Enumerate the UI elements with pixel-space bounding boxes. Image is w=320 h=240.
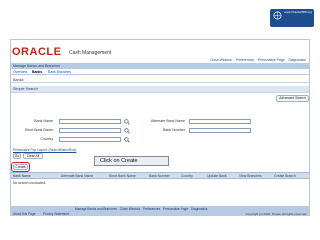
column-header[interactable]: Bank Number: [149, 174, 170, 178]
search-icon[interactable]: [124, 137, 130, 143]
preferences-link[interactable]: Preferences: [236, 58, 254, 62]
about-page-link[interactable]: About this Page: [13, 212, 36, 216]
global-links: Close Window Preferences Personalize Pag…: [207, 58, 306, 62]
alternate-bank-name-label: Alternate Bank Name: [150, 119, 185, 123]
instruction-callout: Click on Create: [94, 156, 169, 166]
privacy-statement-link[interactable]: Privacy Statement: [43, 212, 69, 216]
simple-search-header: Simple Search: [11, 86, 309, 93]
personalize-layout-link[interactable]: Personalize Pop Layout: (SearchButtonRow…: [13, 148, 76, 152]
footer-link[interactable]: Personalize Page: [163, 207, 188, 211]
column-header: View Branches: [239, 174, 262, 178]
advanced-search-button[interactable]: Advanced Search: [276, 95, 309, 102]
column-header: Update Bank: [207, 174, 227, 178]
country-label: Country: [40, 137, 53, 141]
footer-links: Manage Banks and Branches Close Window P…: [75, 207, 209, 211]
results-table-header: Bank Name Alternate Bank Name Short Bank…: [11, 172, 309, 179]
column-header[interactable]: Short Bank Name: [109, 174, 136, 178]
tab-overview[interactable]: Overview: [13, 70, 27, 74]
close-window-link[interactable]: Close Window: [210, 58, 232, 62]
bank-name-input[interactable]: [59, 119, 121, 124]
footer-link[interactable]: Manage Banks and Branches: [75, 207, 117, 211]
application-window: ORACLE Cash Management Close Window Pref…: [10, 39, 310, 216]
country-input[interactable]: [59, 137, 121, 142]
oracle-logo: ORACLE: [12, 46, 62, 58]
clear-all-button[interactable]: Clear All: [23, 153, 43, 159]
column-header[interactable]: Bank Name: [13, 174, 31, 178]
alternate-bank-name-input[interactable]: [189, 119, 251, 124]
footer-bar: Manage Banks and Branches Close Window P…: [11, 206, 309, 216]
tab-banks[interactable]: Banks: [32, 70, 42, 74]
go-button[interactable]: Go: [13, 153, 21, 159]
bank-number-input[interactable]: [189, 128, 251, 133]
page-title: Banks: [13, 78, 24, 82]
copyright-notice: Copyright (c) 2006, Oracle. All rights r…: [245, 212, 307, 216]
tab-bank-branches[interactable]: Bank Branches: [48, 70, 71, 74]
site-url: www.Oracle2008.org: [284, 10, 312, 14]
personalize-page-link[interactable]: Personalize Page: [258, 58, 285, 62]
brand-header: ORACLE Cash Management Close Window Pref…: [11, 40, 309, 63]
search-icon[interactable]: [124, 119, 130, 125]
column-header[interactable]: Alternate Bank Name: [61, 174, 93, 178]
bank-name-label: Bank Name: [34, 119, 53, 123]
bank-number-label: Bank Number: [163, 128, 185, 132]
footer-link[interactable]: Diagnostics: [191, 207, 207, 211]
simple-search-title: Simple Search: [13, 87, 38, 91]
create-button[interactable]: Create: [13, 164, 28, 170]
column-header[interactable]: Country: [181, 174, 193, 178]
application-name: Cash Management: [69, 50, 112, 56]
empty-results-message: No search conducted.: [13, 181, 46, 185]
tab-bar: Overview Banks Bank Branches: [11, 69, 309, 75]
column-header: Create Branch: [274, 174, 296, 178]
search-icon[interactable]: [124, 128, 130, 134]
module-title: Manage Banks and Branches: [13, 64, 61, 68]
footer-link[interactable]: Close Window: [120, 207, 140, 211]
footer-link[interactable]: Preferences: [143, 207, 160, 211]
diagnostics-link[interactable]: Diagnostics: [288, 58, 306, 62]
page-title-bar: Banks: [11, 77, 309, 83]
short-bank-name-label: Short Bank Name: [24, 128, 53, 132]
short-bank-name-input[interactable]: [59, 128, 121, 133]
